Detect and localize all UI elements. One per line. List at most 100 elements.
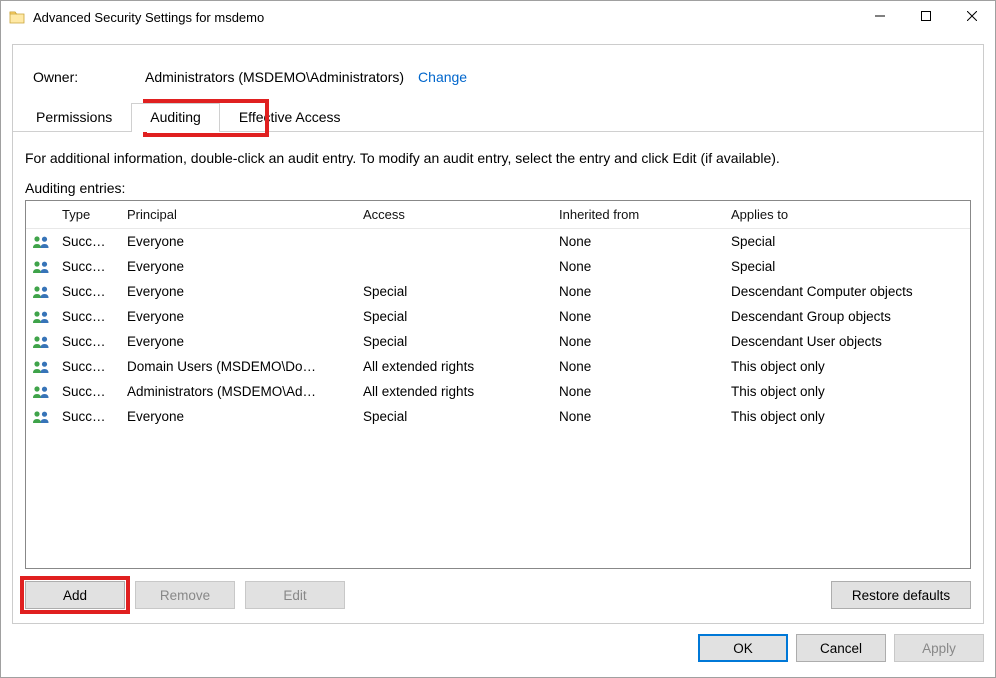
cell-type: Succ… <box>54 232 119 251</box>
maximize-icon <box>921 11 931 21</box>
owner-value: Administrators (MSDEMO\Administrators) <box>145 69 404 85</box>
cell-type: Succ… <box>54 332 119 351</box>
cell-principal: Administrators (MSDEMO\Ad… <box>119 382 355 401</box>
table-header: Type Principal Access Inherited from App… <box>26 201 970 229</box>
cell-type: Succ… <box>54 282 119 301</box>
cell-access: Special <box>355 307 551 326</box>
cell-applies: Descendant Computer objects <box>723 282 957 301</box>
row-actions: Add Remove Edit Restore defaults <box>25 581 971 609</box>
cell-inherited: None <box>551 357 723 376</box>
table-row[interactable]: Succ…Domain Users (MSDEMO\Do…All extende… <box>26 354 970 379</box>
cell-type: Succ… <box>54 407 119 426</box>
cell-principal: Everyone <box>119 257 355 276</box>
row-icon-cell <box>26 358 54 376</box>
cell-inherited: None <box>551 282 723 301</box>
cell-applies: This object only <box>723 357 957 376</box>
cell-inherited: None <box>551 257 723 276</box>
cell-principal: Everyone <box>119 407 355 426</box>
tab-strip: Permissions Auditing Effective Access <box>13 103 983 132</box>
table-row[interactable]: Succ…EveryoneSpecialNoneDescendant Compu… <box>26 279 970 304</box>
window-frame: Advanced Security Settings for msdemo Ow… <box>0 0 996 678</box>
titlebar[interactable]: Advanced Security Settings for msdemo <box>1 1 995 33</box>
owner-row: Owner: Administrators (MSDEMO\Administra… <box>13 45 983 103</box>
people-icon <box>32 385 50 399</box>
cell-access: All extended rights <box>355 382 551 401</box>
col-icon[interactable] <box>26 201 54 228</box>
col-type[interactable]: Type <box>54 201 119 228</box>
table-row[interactable]: Succ…EveryoneSpecialNoneThis object only <box>26 404 970 429</box>
table-row[interactable]: Succ…EveryoneSpecialNoneDescendant User … <box>26 329 970 354</box>
add-button[interactable]: Add <box>25 581 125 609</box>
ok-button[interactable]: OK <box>698 634 788 662</box>
cell-access <box>355 240 551 244</box>
cell-type: Succ… <box>54 382 119 401</box>
cell-access: Special <box>355 332 551 351</box>
cell-inherited: None <box>551 232 723 251</box>
audit-entries-table: Type Principal Access Inherited from App… <box>25 200 971 569</box>
dialog-footer: OK Cancel Apply <box>12 624 984 666</box>
people-icon <box>32 285 50 299</box>
col-inherited[interactable]: Inherited from <box>551 201 723 228</box>
minimize-button[interactable] <box>857 1 903 31</box>
cell-inherited: None <box>551 332 723 351</box>
info-text: For additional information, double-click… <box>25 150 971 166</box>
owner-label: Owner: <box>33 69 145 85</box>
restore-defaults-button[interactable]: Restore defaults <box>831 581 971 609</box>
row-icon-cell <box>26 283 54 301</box>
tab-auditing[interactable]: Auditing <box>131 103 220 132</box>
people-icon <box>32 235 50 249</box>
cell-applies: Special <box>723 232 957 251</box>
cell-access: Special <box>355 407 551 426</box>
minimize-icon <box>875 11 885 21</box>
remove-button: Remove <box>135 581 235 609</box>
people-icon <box>32 360 50 374</box>
cell-applies: Descendant Group objects <box>723 307 957 326</box>
people-icon <box>32 310 50 324</box>
row-icon-cell <box>26 333 54 351</box>
cell-applies: Special <box>723 257 957 276</box>
cell-principal: Everyone <box>119 307 355 326</box>
tab-permissions[interactable]: Permissions <box>17 103 131 131</box>
cell-inherited: None <box>551 407 723 426</box>
content-wrap: Owner: Administrators (MSDEMO\Administra… <box>1 33 995 677</box>
cell-type: Succ… <box>54 307 119 326</box>
row-icon-cell <box>26 308 54 326</box>
cell-principal: Everyone <box>119 282 355 301</box>
entries-label: Auditing entries: <box>25 180 971 196</box>
cell-applies: This object only <box>723 407 957 426</box>
cell-principal: Everyone <box>119 332 355 351</box>
row-icon-cell <box>26 383 54 401</box>
rows-container: Succ…EveryoneNoneSpecial Succ…EveryoneNo… <box>26 229 970 429</box>
apply-button: Apply <box>894 634 984 662</box>
maximize-button[interactable] <box>903 1 949 31</box>
cell-principal: Domain Users (MSDEMO\Do… <box>119 357 355 376</box>
tab-effective-access[interactable]: Effective Access <box>220 103 360 131</box>
row-icon-cell <box>26 233 54 251</box>
table-row[interactable]: Succ…EveryoneNoneSpecial <box>26 254 970 279</box>
people-icon <box>32 335 50 349</box>
row-icon-cell <box>26 258 54 276</box>
cell-applies: This object only <box>723 382 957 401</box>
tab-body: For additional information, double-click… <box>13 132 983 623</box>
cell-type: Succ… <box>54 357 119 376</box>
close-icon <box>967 11 977 21</box>
col-applies[interactable]: Applies to <box>723 201 957 228</box>
cell-applies: Descendant User objects <box>723 332 957 351</box>
cell-inherited: None <box>551 382 723 401</box>
edit-button: Edit <box>245 581 345 609</box>
table-row[interactable]: Succ…EveryoneSpecialNoneDescendant Group… <box>26 304 970 329</box>
window-controls <box>857 1 995 33</box>
cell-access: Special <box>355 282 551 301</box>
col-principal[interactable]: Principal <box>119 201 355 228</box>
table-row[interactable]: Succ…EveryoneNoneSpecial <box>26 229 970 254</box>
folder-icon <box>9 9 25 25</box>
people-icon <box>32 260 50 274</box>
row-icon-cell <box>26 408 54 426</box>
cancel-button[interactable]: Cancel <box>796 634 886 662</box>
col-access[interactable]: Access <box>355 201 551 228</box>
cell-access <box>355 265 551 269</box>
close-button[interactable] <box>949 1 995 31</box>
table-row[interactable]: Succ…Administrators (MSDEMO\Ad…All exten… <box>26 379 970 404</box>
change-owner-link[interactable]: Change <box>418 69 467 85</box>
cell-access: All extended rights <box>355 357 551 376</box>
